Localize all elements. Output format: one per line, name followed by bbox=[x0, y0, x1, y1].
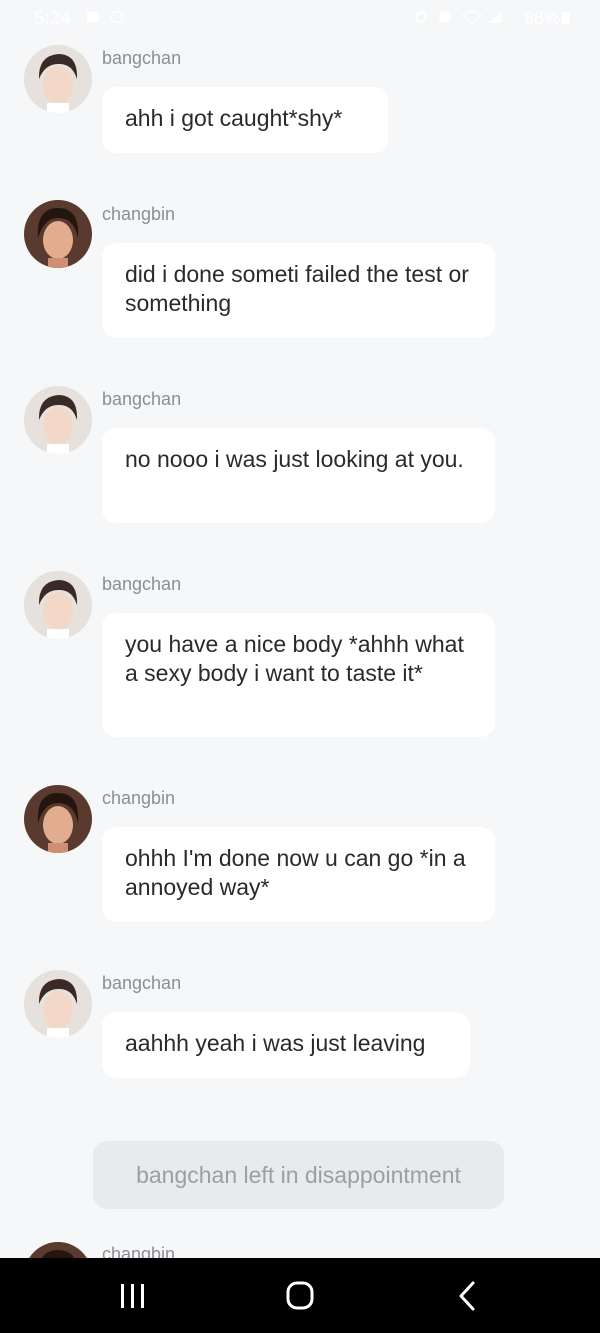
status-time: 5:24 bbox=[34, 8, 72, 28]
signal-icon bbox=[488, 11, 502, 23]
recents-icon[interactable] bbox=[113, 1278, 153, 1314]
circle-icon bbox=[110, 10, 124, 24]
clock-icon bbox=[439, 11, 451, 23]
message-bubble[interactable]: ohhh I'm done now u can go *in a annoyed… bbox=[102, 827, 495, 922]
message-bubble[interactable]: no nooo i was just looking at you. bbox=[102, 428, 495, 523]
status-bar: 5:24 88% bbox=[0, 0, 600, 38]
battery-icon bbox=[562, 12, 570, 24]
home-icon[interactable] bbox=[280, 1278, 320, 1314]
alarm-icon bbox=[415, 11, 427, 23]
avatar-changbin[interactable] bbox=[24, 785, 92, 853]
avatar-bangchan[interactable] bbox=[24, 970, 92, 1038]
avatar-changbin[interactable] bbox=[24, 200, 92, 268]
message-bubble[interactable]: you have a nice body *ahhh what a sexy b… bbox=[102, 613, 495, 737]
avatar-bangchan[interactable] bbox=[24, 386, 92, 454]
system-nav-bar bbox=[0, 1258, 600, 1333]
avatar-bangchan[interactable] bbox=[24, 571, 92, 639]
sender-name: bangchan bbox=[102, 973, 182, 993]
back-icon[interactable] bbox=[448, 1278, 488, 1314]
wifi-icon bbox=[462, 10, 482, 24]
sender-name: bangchan bbox=[102, 389, 182, 409]
sender-name: changbin bbox=[102, 204, 176, 224]
message-bubble[interactable]: aahhh yeah i was just leaving bbox=[102, 1012, 470, 1078]
sender-name: bangchan bbox=[102, 48, 182, 68]
sender-name: bangchan bbox=[102, 574, 182, 594]
avatar-bangchan[interactable] bbox=[24, 45, 92, 113]
gallery-icon bbox=[87, 12, 99, 22]
battery-level: 88% bbox=[523, 8, 560, 28]
message-bubble[interactable]: did i done someti failed the test or som… bbox=[102, 243, 495, 338]
system-note: bangchan left in disappointment bbox=[93, 1141, 504, 1209]
sender-name: changbin bbox=[102, 788, 176, 808]
message-bubble[interactable]: ahh i got caught*shy* bbox=[102, 87, 388, 153]
